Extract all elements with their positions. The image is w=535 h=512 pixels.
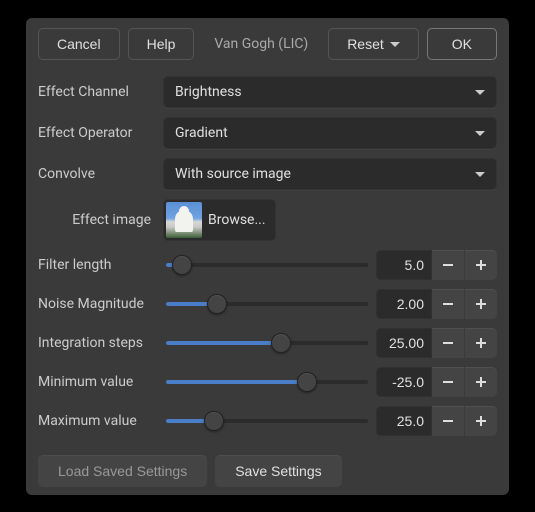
slider-row: Filter length [38,250,497,280]
value-input[interactable] [376,406,432,436]
slider-row: Noise Magnitude [38,289,497,319]
select-effect-operator[interactable]: Gradient [163,117,497,149]
increment-button[interactable] [465,367,497,397]
chevron-down-icon [475,131,485,136]
slider[interactable] [166,329,368,357]
row-effect-operator: Effect Operator Gradient [38,117,497,149]
label-effect-image: Effect image [38,212,153,228]
slider-fill [166,341,281,345]
minus-icon [442,376,454,388]
minus-icon [442,415,454,427]
step-group [432,250,497,280]
dialog-title: Van Gogh (LIC) [202,36,320,52]
select-effect-channel[interactable]: Brightness [163,76,497,108]
label-effect-channel: Effect Channel [38,84,153,100]
decrement-button[interactable] [432,289,464,319]
slider-label: Noise Magnitude [38,296,158,312]
decrement-button[interactable] [432,250,464,280]
value-group [376,289,497,319]
slider-row: Minimum value [38,367,497,397]
select-value: With source image [175,166,291,182]
increment-button[interactable] [465,250,497,280]
row-effect-channel: Effect Channel Brightness [38,76,497,108]
increment-button[interactable] [465,406,497,436]
slider[interactable] [166,368,368,396]
slider-thumb[interactable] [271,333,291,353]
select-convolve[interactable]: With source image [163,158,497,190]
slider-row: Maximum value [38,406,497,436]
browse-label: Browse... [208,212,266,228]
browse-button[interactable]: Browse... [163,199,276,241]
slider-track [166,302,368,306]
plus-icon [475,415,487,427]
step-group [432,289,497,319]
slider-label: Minimum value [38,374,158,390]
minus-icon [442,259,454,271]
slider[interactable] [166,290,368,318]
value-input[interactable] [376,250,432,280]
row-convolve: Convolve With source image [38,158,497,190]
value-input[interactable] [376,367,432,397]
thumbnail-preview [166,202,202,238]
increment-button[interactable] [465,328,497,358]
value-group [376,406,497,436]
slider-track [166,341,368,345]
minus-icon [442,298,454,310]
select-value: Brightness [175,84,242,100]
chevron-down-icon [475,172,485,177]
slider-label: Filter length [38,257,158,273]
slider-track [166,380,368,384]
chevron-down-icon [390,42,400,47]
plus-icon [475,337,487,349]
value-input[interactable] [376,289,432,319]
step-group [432,367,497,397]
chevron-down-icon [475,90,485,95]
select-value: Gradient [175,125,228,141]
save-settings-button[interactable]: Save Settings [215,455,341,487]
step-group [432,406,497,436]
slider[interactable] [166,251,368,279]
value-group [376,367,497,397]
slider-track [166,419,368,423]
reset-label: Reset [347,36,384,52]
plus-icon [475,298,487,310]
slider-label: Integration steps [38,335,158,351]
slider-row: Integration steps [38,328,497,358]
slider-thumb[interactable] [204,411,224,431]
label-convolve: Convolve [38,166,153,182]
value-input[interactable] [376,328,432,358]
row-effect-image: Effect image Browse... [38,199,497,241]
slider-fill [166,380,307,384]
reset-button[interactable]: Reset [328,28,419,60]
decrement-button[interactable] [432,328,464,358]
help-button[interactable]: Help [128,28,195,60]
load-settings-button[interactable]: Load Saved Settings [38,455,207,487]
slider[interactable] [166,407,368,435]
decrement-button[interactable] [432,406,464,436]
slider-track [166,263,368,267]
decrement-button[interactable] [432,367,464,397]
footer: Load Saved Settings Save Settings [38,455,497,487]
step-group [432,328,497,358]
slider-label: Maximum value [38,413,158,429]
label-effect-operator: Effect Operator [38,125,153,141]
value-group [376,328,497,358]
cancel-button[interactable]: Cancel [38,28,120,60]
increment-button[interactable] [465,289,497,319]
plus-icon [475,376,487,388]
slider-thumb[interactable] [297,372,317,392]
value-group [376,250,497,280]
dialog: Cancel Help Van Gogh (LIC) Reset OK Effe… [26,18,509,495]
minus-icon [442,337,454,349]
plus-icon [475,259,487,271]
ok-button[interactable]: OK [427,28,497,60]
slider-thumb[interactable] [172,255,192,275]
slider-thumb[interactable] [207,294,227,314]
dialog-header: Cancel Help Van Gogh (LIC) Reset OK [38,28,497,60]
dialog-content: Effect Channel Brightness Effect Operato… [38,76,497,487]
